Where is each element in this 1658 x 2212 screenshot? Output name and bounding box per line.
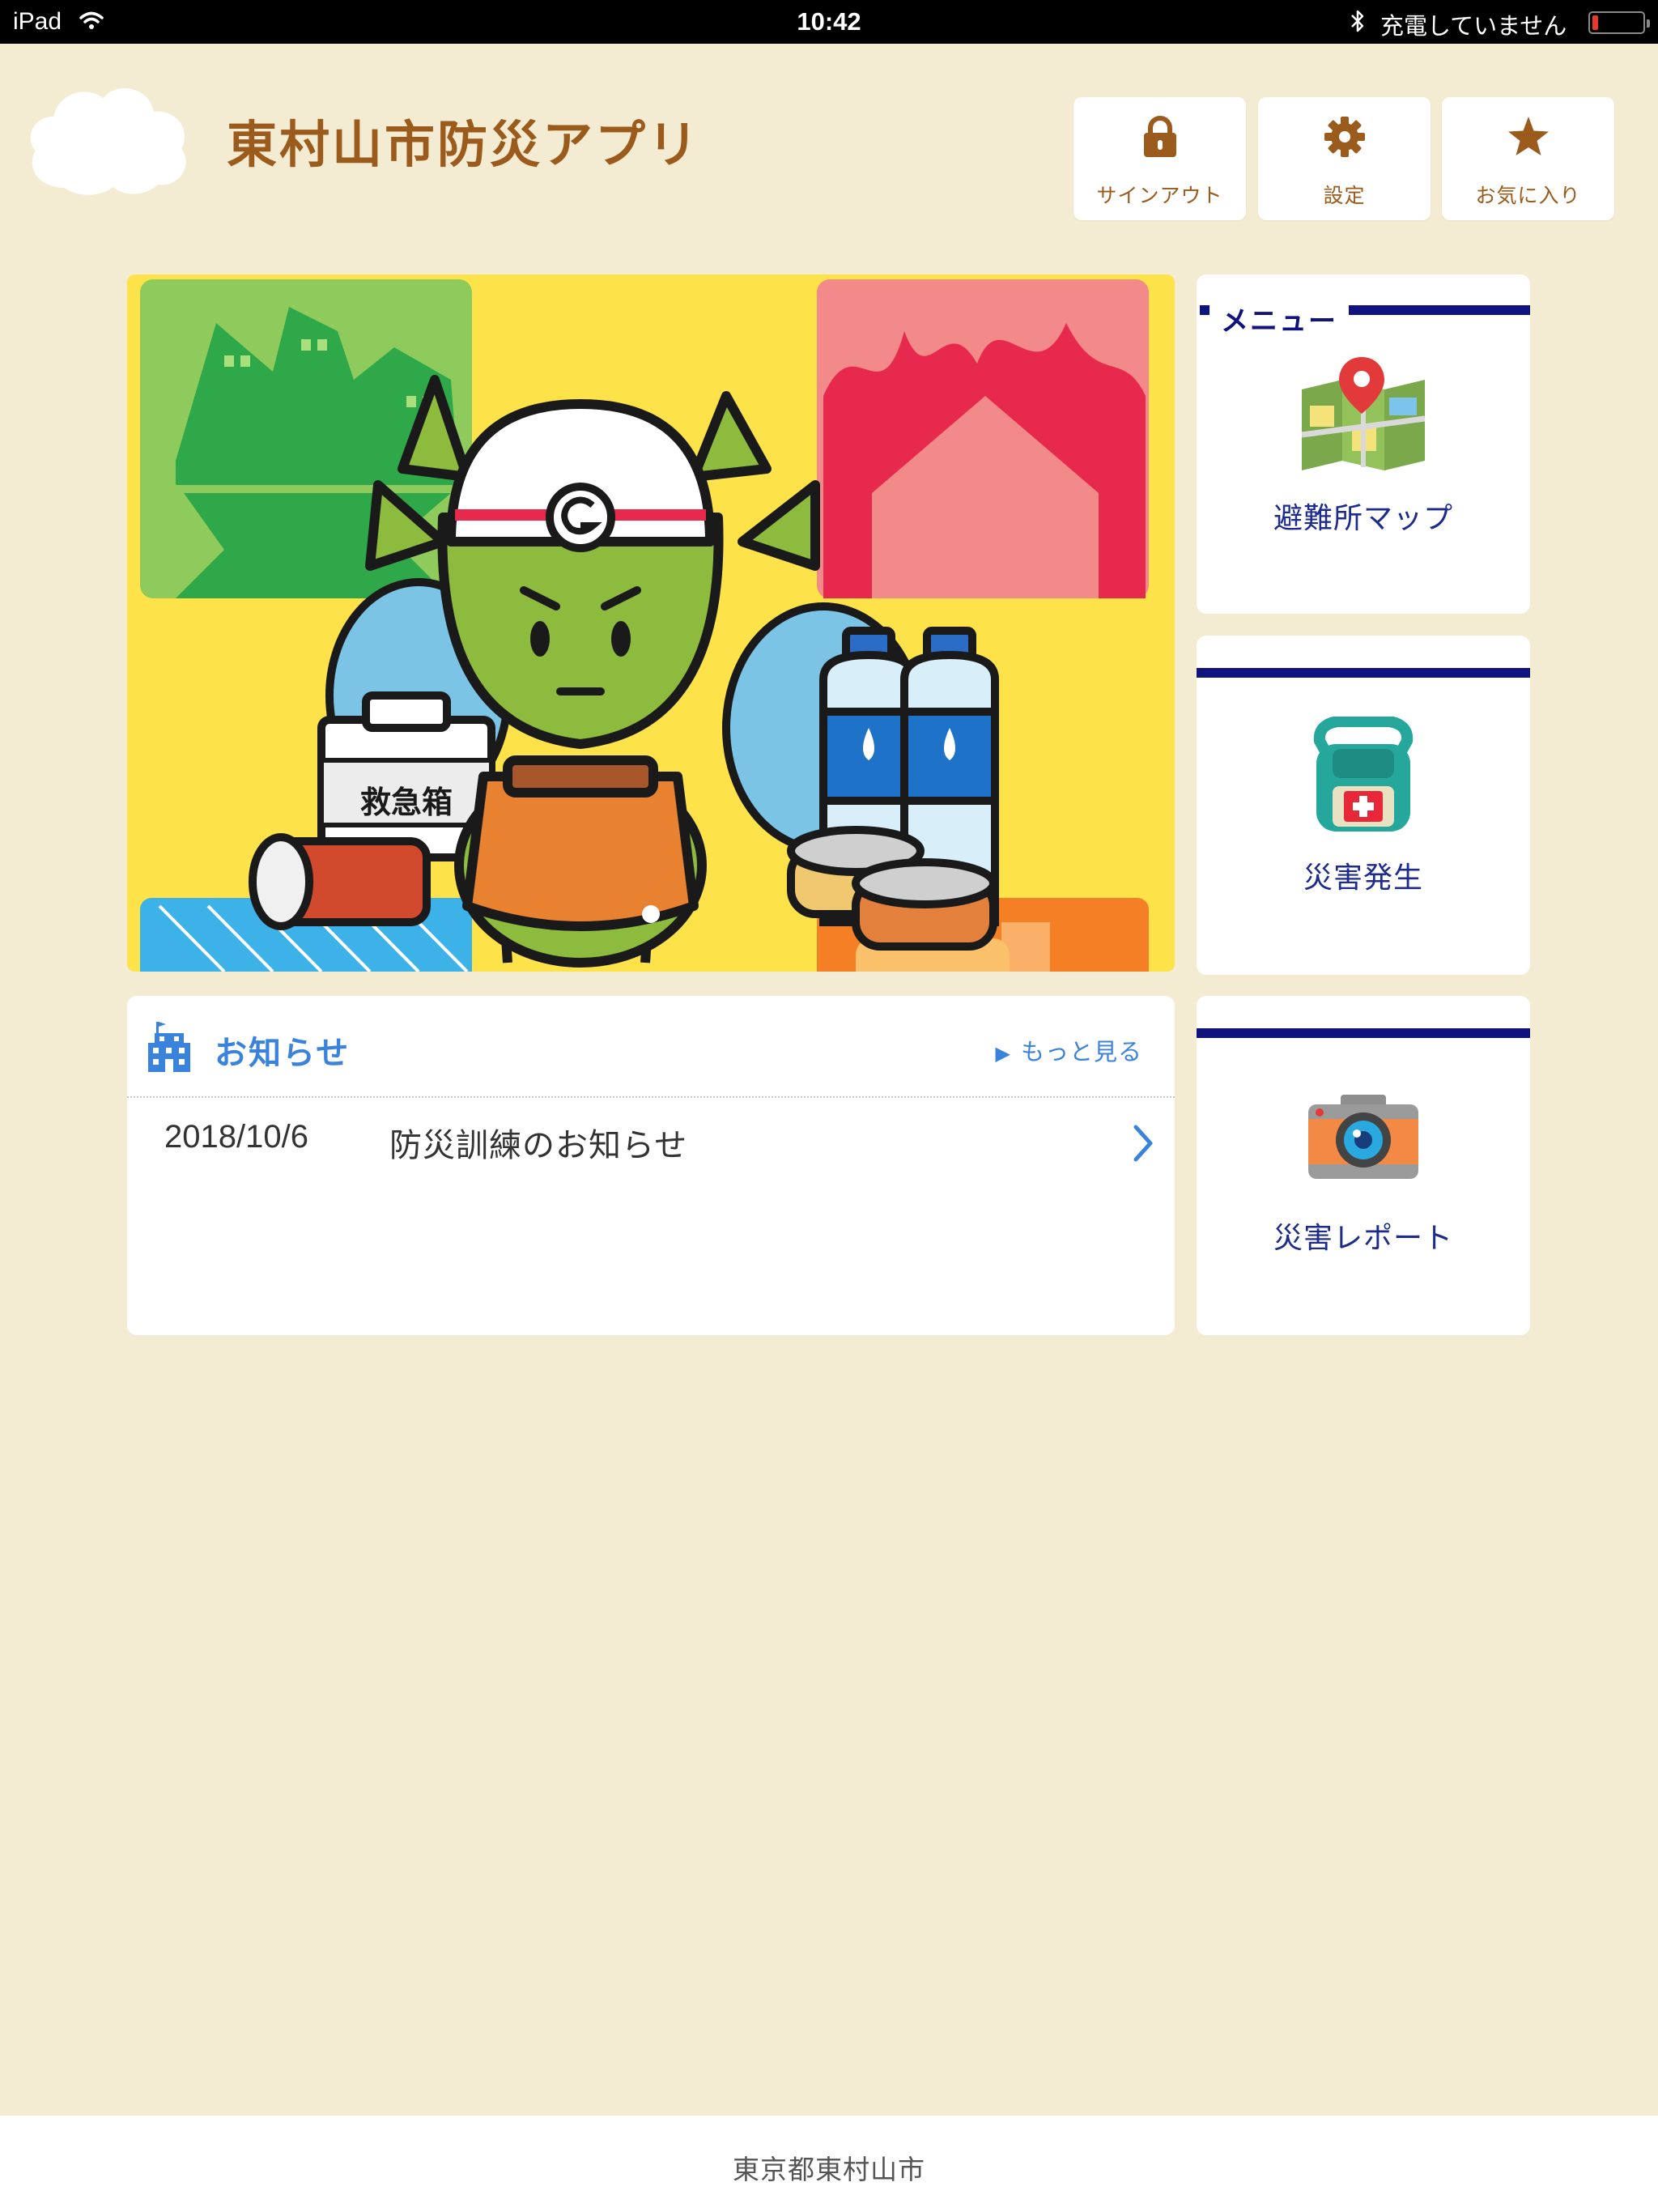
- news-panel: お知らせ ▶ もっと見る 2018/10/6 防災訓練のお知らせ: [127, 996, 1175, 1335]
- carousel-page-dot[interactable]: [642, 905, 660, 923]
- see-more-label: もっと見る: [1020, 1038, 1142, 1066]
- hero-banner-carousel[interactable]: 救急箱: [127, 274, 1175, 972]
- emergency-backpack-icon: [1313, 717, 1414, 832]
- news-item-date: 2018/10/6: [164, 1119, 308, 1155]
- play-triangle-icon: ▶: [995, 1042, 1011, 1065]
- news-header: お知らせ ▶ もっと見る: [127, 996, 1175, 1098]
- status-bar: iPad 10:42 充電していません: [0, 0, 1658, 44]
- chevron-right-icon: [1133, 1125, 1153, 1162]
- footer-text: 東京都東村山市: [733, 2154, 925, 2185]
- menu-item-disaster-report[interactable]: 災害レポート: [1197, 996, 1530, 1335]
- menu-item-label: 避難所マップ: [1273, 502, 1453, 535]
- news-item-text: 防災訓練のお知らせ: [389, 1127, 688, 1164]
- menu-heading-label: メニュー: [1221, 305, 1337, 338]
- first-aid-label: 救急箱: [360, 785, 453, 820]
- settings-button[interactable]: 設定: [1258, 97, 1431, 220]
- menu-heading: メニュー: [1197, 299, 1530, 338]
- favorites-button[interactable]: お気に入り: [1442, 97, 1614, 220]
- favorites-label: お気に入り: [1475, 184, 1581, 207]
- app-title: 東村山市防災アプリ: [227, 115, 701, 174]
- see-more-link[interactable]: ▶ もっと見る: [996, 1033, 1142, 1067]
- battery-icon: [1588, 11, 1650, 34]
- camera-icon: [1308, 1095, 1418, 1179]
- signout-button[interactable]: サインアウト: [1073, 97, 1246, 220]
- building-icon: [148, 1022, 190, 1072]
- menu-item-disaster-occurrence[interactable]: 災害発生: [1197, 636, 1530, 975]
- bluetooth-icon: [1351, 10, 1364, 32]
- cloud-logo-icon: [30, 88, 186, 195]
- gear-icon: [1324, 117, 1365, 157]
- charging-status: 充電していません: [1380, 14, 1567, 40]
- star-icon: [1508, 117, 1549, 155]
- menu-item-shelter-map[interactable]: メニュー 避難所マップ: [1197, 274, 1530, 614]
- settings-label: 設定: [1323, 184, 1366, 207]
- menu-item-label: 災害レポート: [1273, 1222, 1453, 1255]
- news-title: お知らせ: [215, 1035, 351, 1072]
- news-list-item[interactable]: 2018/10/6 防災訓練のお知らせ: [127, 1100, 1175, 1180]
- menu-item-label: 災害発生: [1303, 861, 1423, 895]
- lock-icon: [1144, 116, 1176, 157]
- map-pin-icon: [1301, 357, 1426, 470]
- footer: 東京都東村山市: [0, 2116, 1658, 2212]
- signout-label: サインアウト: [1096, 184, 1223, 207]
- mascot-illustration: 救急箱: [127, 274, 1175, 972]
